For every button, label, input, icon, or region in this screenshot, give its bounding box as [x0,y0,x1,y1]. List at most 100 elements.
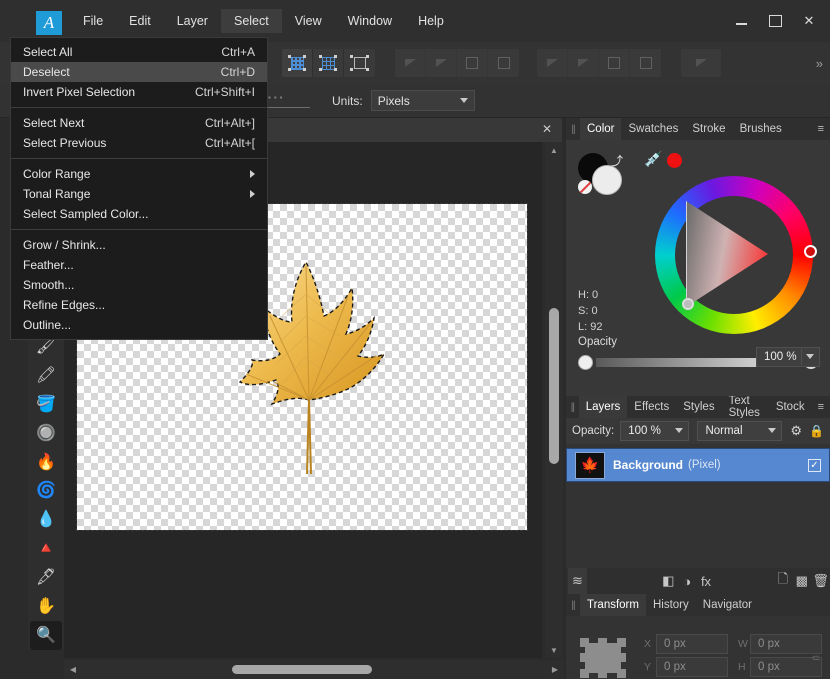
new-layer-icon[interactable]: 🗋 [773,568,792,594]
close-icon[interactable]: ✕ [542,122,552,136]
units-dropdown[interactable]: Pixels [370,90,475,111]
tab-color[interactable]: Color [580,118,622,140]
swap-colors-icon[interactable]: ⤴ [611,152,623,169]
color-panel-menu-icon[interactable]: ≡ [812,118,830,140]
menu-item-select-previous[interactable]: Select Previous Ctrl+Alt+[ [11,133,267,153]
layer-stack-icon[interactable]: ≋ [568,568,587,594]
canvas-vertical-scrollbar[interactable]: ▲ ▼ [545,142,563,658]
select-menu-dropdown[interactable]: Select All Ctrl+A Deselect Ctrl+D Invert Pix… [10,37,268,340]
panel-grip-icon[interactable]: || [566,594,580,616]
saturation-cursor[interactable] [682,298,694,310]
boolean-add-icon[interactable] [395,49,426,77]
menu-item-grow-shrink[interactable]: Grow / Shrink... [11,235,267,255]
menu-file[interactable]: File [70,9,116,33]
panel-grip-icon[interactable]: || [566,396,579,418]
menu-layer[interactable]: Layer [164,9,221,33]
close-button[interactable]: ✕ [792,0,826,42]
color-wheel[interactable] [655,176,817,334]
tab-history[interactable]: History [646,594,696,616]
tab-transform[interactable]: Transform [580,594,646,616]
boolean-intersect-icon[interactable] [457,49,488,77]
color-swatches[interactable]: ⤴ [578,153,636,195]
menu-item-select-sampled-color[interactable]: Select Sampled Color... [11,204,267,224]
menu-select[interactable]: Select [220,9,282,33]
new-pixel-layer-icon[interactable]: ▩ [792,568,811,594]
tool-hand[interactable]: ✋ [30,592,62,621]
tool-blur[interactable]: 🔘 [30,419,62,448]
vertical-scroll-thumb[interactable] [549,308,559,464]
no-color-icon[interactable] [578,180,592,194]
menu-item-color-range[interactable]: Color Range [11,164,267,184]
tab-stroke[interactable]: Stroke [685,118,732,140]
mask-icon[interactable]: ◧ [659,568,678,594]
tab-effects[interactable]: Effects [627,396,676,418]
lock-icon[interactable]: 🔒 [809,424,824,438]
gear-icon[interactable]: ⚙ [790,423,802,439]
menu-item-tonal-range[interactable]: Tonal Range [11,184,267,204]
minimize-button[interactable] [724,0,758,42]
maximize-button[interactable] [758,0,792,42]
layer-visibility-checkbox[interactable]: ✓ [808,458,821,472]
menu-item-deselect[interactable]: Deselect Ctrl+D [11,62,267,82]
opacity-value-field[interactable]: 100 % [756,347,820,367]
menu-item-select-all[interactable]: Select All Ctrl+A [11,42,267,62]
panel-grip-icon[interactable]: || [566,118,580,140]
link-dimensions-icon[interactable]: ⸦ [810,649,822,666]
tool-zoom[interactable]: 🔍 [30,621,62,650]
fx-icon[interactable]: fx [697,568,716,594]
menu-item-invert-pixel-selection[interactable]: Invert Pixel Selection Ctrl+Shift+I [11,82,267,102]
toolbar-overflow-icon[interactable]: » [816,56,823,71]
adjustment-icon[interactable]: ◑ [678,568,697,594]
layer-row-background[interactable]: 🍁 Background (Pixel) ✓ [566,448,830,482]
align-right-icon[interactable] [599,49,630,77]
tool-eraser[interactable]: 🖍 [30,362,62,391]
foreground-color-swatch[interactable] [592,165,622,195]
eyedropper-icon[interactable]: 💉 [644,150,663,168]
canvas-horizontal-scrollbar[interactable]: ◀ ▶ [64,660,564,679]
scroll-down-icon[interactable]: ▼ [545,642,563,658]
tool-flood-fill[interactable]: 🪣 [30,390,62,419]
align-left-icon[interactable] [537,49,568,77]
menu-view[interactable]: View [282,9,335,33]
delete-layer-icon[interactable]: 🗑 [811,568,830,594]
pixel-selection-grid-icon[interactable] [282,49,313,77]
menu-item-select-next[interactable]: Select Next Ctrl+Alt+] [11,113,267,133]
tab-layers[interactable]: Layers [578,396,628,418]
tab-swatches[interactable]: Swatches [621,118,685,140]
tool-color-picker[interactable]: 🖋 [30,563,62,592]
tab-navigator[interactable]: Navigator [696,594,759,616]
scroll-left-icon[interactable]: ◀ [64,665,82,674]
tab-stock[interactable]: Stock [769,396,812,418]
align-center-icon[interactable] [568,49,599,77]
boolean-subtract-icon[interactable] [426,49,457,77]
scroll-up-icon[interactable]: ▲ [545,142,563,158]
menu-edit[interactable]: Edit [116,9,164,33]
horizontal-scroll-thumb[interactable] [232,665,372,674]
layer-opacity-field[interactable]: 100 % [620,421,690,441]
anchor-point-selector[interactable] [580,638,626,678]
tool-gradient[interactable]: 🔺 [30,535,62,564]
menu-item-refine-edges[interactable]: Refine Edges... [11,295,267,315]
distribute-icon[interactable] [681,49,721,77]
boolean-exclude-icon[interactable] [488,49,519,77]
menu-window[interactable]: Window [335,9,405,33]
tab-brushes[interactable]: Brushes [733,118,789,140]
scroll-right-icon[interactable]: ▶ [546,665,564,674]
menu-item-outline[interactable]: Outline... [11,315,267,335]
align-justify-icon[interactable] [630,49,661,77]
pixel-selection-outline-icon[interactable] [313,49,344,77]
tool-burn[interactable]: 🔥 [30,448,62,477]
menu-item-feather[interactable]: Feather... [11,255,267,275]
menu-item-smooth[interactable]: Smooth... [11,275,267,295]
tool-water[interactable]: 💧 [30,506,62,535]
transform-selection-icon[interactable] [344,49,375,77]
hue-cursor[interactable] [804,245,817,258]
tab-text-styles[interactable]: Text Styles [722,395,769,419]
layers-panel-menu-icon[interactable]: ≡ [812,396,830,418]
transform-x-field[interactable]: 0 px [656,634,728,654]
menu-help[interactable]: Help [405,9,457,33]
transform-y-field[interactable]: 0 px [656,657,728,677]
tab-styles[interactable]: Styles [676,396,721,418]
blend-mode-dropdown[interactable]: Normal [697,421,783,441]
tool-smudge[interactable]: 🌀 [30,477,62,506]
